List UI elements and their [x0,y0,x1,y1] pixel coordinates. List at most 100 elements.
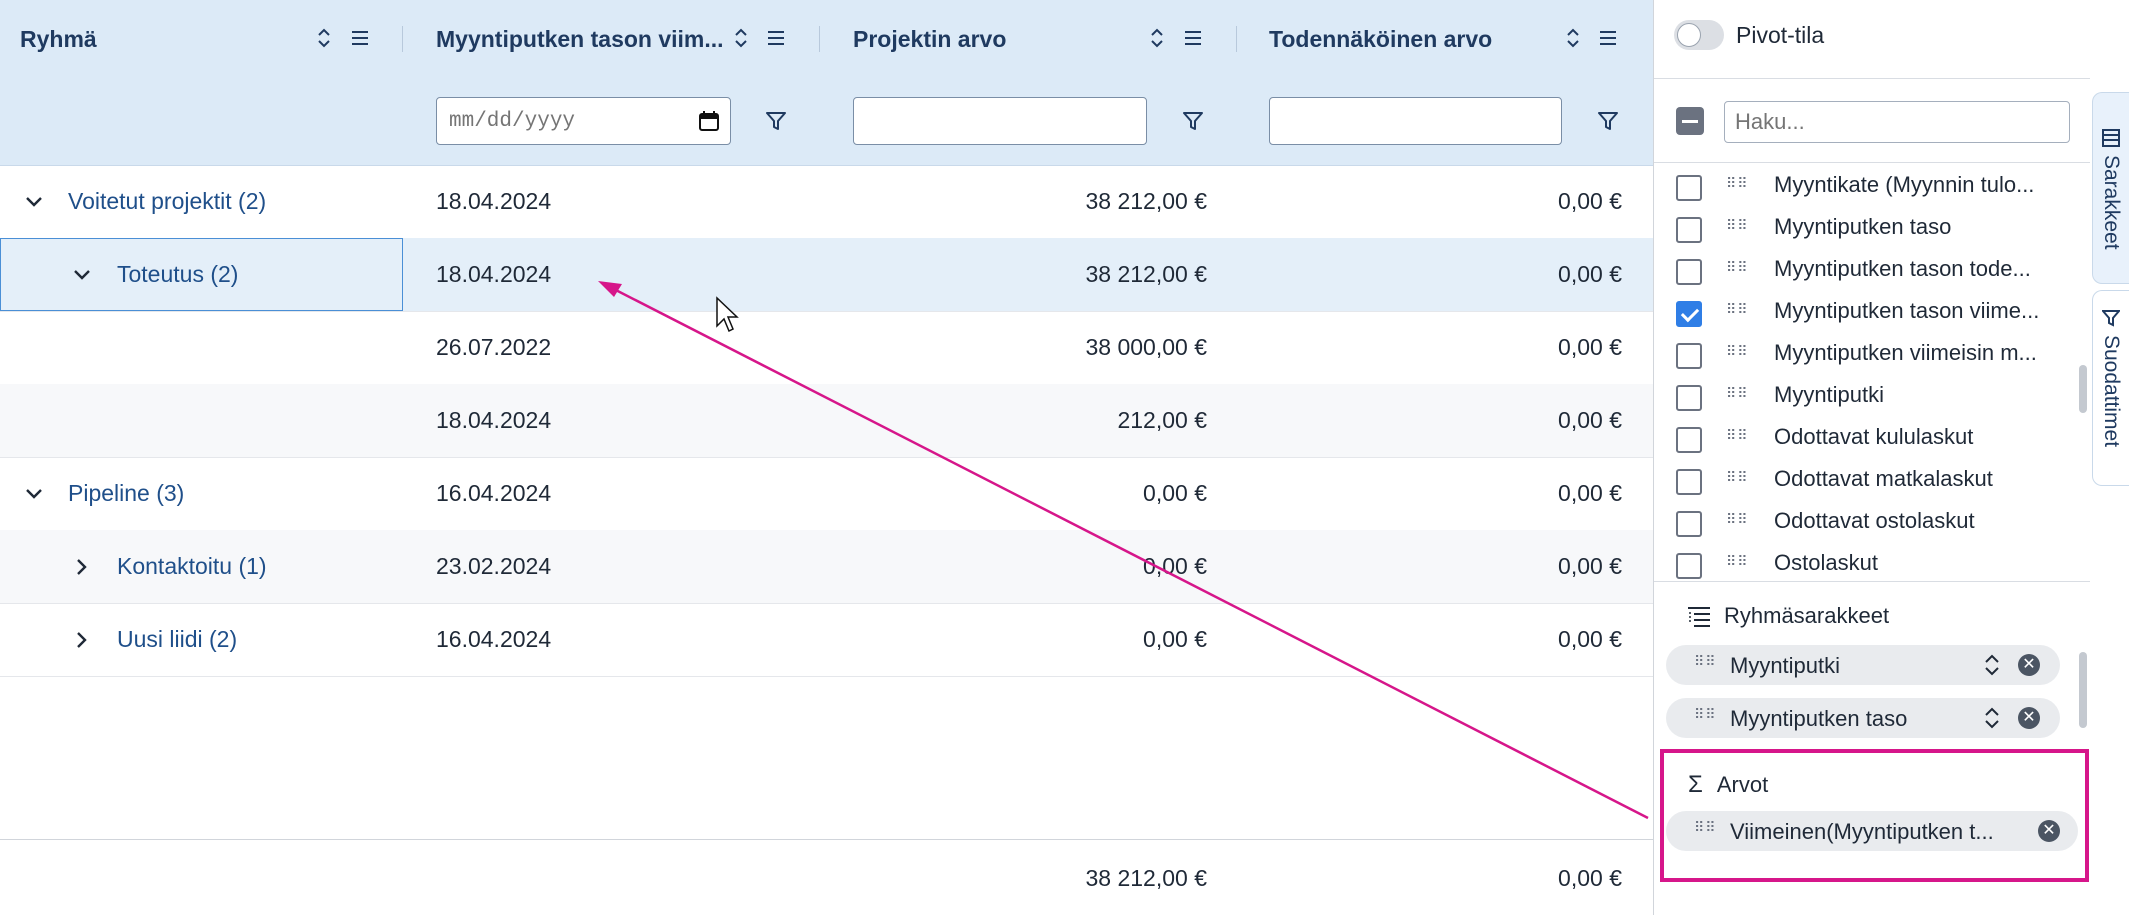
tab-label: Suodattimet [2100,335,2123,448]
list-item[interactable]: ⠿⠿ Myyntiputki [1654,376,2074,418]
column-checkbox[interactable] [1676,553,1702,579]
tab-filters[interactable]: Suodattimet [2092,290,2129,486]
column-checkbox[interactable] [1676,511,1702,537]
chevron-right-icon[interactable] [70,555,94,579]
drag-handle-icon[interactable]: ⠿⠿ [1694,654,1716,673]
chip-label: Myyntiputken taso [1730,706,1908,731]
pivot-label: Pivot-tila [1736,21,1825,48]
filter-icon[interactable] [1180,108,1206,134]
tab-columns[interactable]: Sarakkeet [2092,92,2129,284]
probability-filter-input[interactable] [1269,97,1562,145]
tab-label: Sarakkeet [2100,155,2123,250]
table-row[interactable]: Uusi liidi (2) 16.04.2024 0,00 € 0,00 € [0,603,1653,677]
drag-handle-icon[interactable]: ⠿⠿ [1726,386,1748,405]
sort-icon[interactable] [729,26,753,50]
sort-icon[interactable] [1982,706,2002,730]
column-separator[interactable] [402,26,403,52]
column-menu-icon[interactable] [764,26,788,50]
table-row[interactable]: Voitetut projektit (2) 18.04.2024 38 212… [0,165,1653,239]
sort-icon[interactable] [1145,26,1169,50]
column-checkbox[interactable] [1676,427,1702,453]
chevron-down-icon[interactable] [22,482,46,506]
list-item[interactable]: ⠿⠿ Odottavat ostolaskut [1654,502,2074,544]
column-checkbox[interactable] [1676,343,1702,369]
column-checkbox[interactable] [1676,259,1702,285]
column-checkbox[interactable] [1676,175,1702,201]
column-search[interactable] [1724,101,2070,143]
probability-cell: 0,00 € [1558,334,1622,360]
remove-icon[interactable]: ✕ [2018,707,2040,729]
column-label: Odottavat matkalaskut [1774,466,1993,491]
chevron-down-icon[interactable] [22,190,46,214]
group-label: Kontaktoitu (1) [117,553,267,579]
drag-handle-icon[interactable]: ⠿⠿ [1726,512,1748,531]
sort-icon[interactable] [1561,26,1585,50]
column-header-date[interactable]: Myyntiputken tason viim... [436,0,724,78]
sort-icon[interactable] [312,26,336,50]
probability-cell: 0,00 € [1558,261,1622,287]
table-row[interactable]: Pipeline (3) 16.04.2024 0,00 € 0,00 € [0,457,1653,531]
table-row[interactable]: 18.04.2024 212,00 € 0,00 € [0,384,1653,458]
scrollbar-thumb[interactable] [2079,652,2087,728]
probability-cell: 0,00 € [1558,626,1622,652]
drag-handle-icon[interactable]: ⠿⠿ [1726,302,1748,321]
column-menu-icon[interactable] [348,26,372,50]
value-filter-input[interactable] [853,97,1147,145]
column-checkbox[interactable] [1676,217,1702,243]
column-header-group[interactable]: Ryhmä [20,0,97,78]
column-title: Ryhmä [20,25,97,52]
column-checkbox[interactable] [1676,469,1702,495]
remove-icon[interactable]: ✕ [2018,654,2040,676]
pivot-mode[interactable]: Pivot-tila [1674,20,1824,50]
drag-handle-icon[interactable]: ⠿⠿ [1726,428,1748,447]
value-filter-field[interactable] [854,98,1146,144]
group-chip[interactable]: ⠿⠿ Myyntiputki ✕ [1666,645,2060,685]
list-item[interactable]: ⠿⠿ Myyntiputken taso [1654,208,2074,250]
column-title: Todennäköinen arvo [1269,25,1493,52]
select-all-checkbox[interactable] [1676,107,1704,135]
date-filter-field[interactable] [437,98,730,144]
list-item[interactable]: ⠿⠿ Myyntiputken viimeisin m... [1654,334,2074,376]
column-label: Odottavat kululaskut [1774,424,1974,449]
table-row[interactable]: Kontaktoitu (1) 23.02.2024 0,00 € 0,00 € [0,530,1653,604]
list-item[interactable]: ⠿⠿ Myyntiputken tason tode... [1654,250,2074,292]
list-item[interactable]: ⠿⠿ Odottavat matkalaskut [1654,460,2074,502]
list-item[interactable]: ⠿⠿ Myyntiputken tason viime... [1654,292,2074,334]
group-chip[interactable]: ⠿⠿ Myyntiputken taso ✕ [1666,698,2060,738]
column-label: Myyntiputken tason viime... [1774,298,2040,323]
column-header-value[interactable]: Projektin arvo [853,0,1006,78]
drag-handle-icon[interactable]: ⠿⠿ [1726,344,1748,363]
drag-handle-icon[interactable]: ⠿⠿ [1726,176,1748,195]
column-separator[interactable] [1236,26,1237,52]
chevron-right-icon[interactable] [70,628,94,652]
column-label: Myyntiputken tason tode... [1774,256,2031,281]
calendar-icon[interactable] [698,110,720,132]
pivot-toggle[interactable] [1674,20,1724,50]
drag-handle-icon[interactable]: ⠿⠿ [1694,707,1716,726]
column-menu-icon[interactable] [1181,26,1205,50]
column-label: Myyntiputken taso [1774,214,1952,239]
filter-icon [2102,310,2120,327]
list-item[interactable]: ⠿⠿ Odottavat kululaskut [1654,418,2074,460]
column-header-probability[interactable]: Todennäköinen arvo [1269,0,1492,78]
column-menu-icon[interactable] [1596,26,1620,50]
table-row[interactable]: 26.07.2022 38 000,00 € 0,00 € [0,311,1653,385]
drag-handle-icon[interactable]: ⠿⠿ [1726,554,1748,573]
sort-icon[interactable] [1982,653,2002,677]
drag-handle-icon[interactable]: ⠿⠿ [1726,218,1748,237]
column-list-scrollbar-thumb[interactable] [2079,365,2087,413]
column-checkbox-checked[interactable] [1676,301,1702,327]
probability-filter-field[interactable] [1270,98,1561,144]
drag-handle-icon[interactable]: ⠿⠿ [1726,470,1748,489]
drag-handle-icon[interactable]: ⠿⠿ [1726,260,1748,279]
column-separator[interactable] [819,26,820,52]
column-checkbox[interactable] [1676,385,1702,411]
group-label: Uusi liidi (2) [117,626,238,652]
filter-icon[interactable] [1595,108,1621,134]
list-item[interactable]: ⠿⠿ Ostolaskut [1654,544,2074,580]
date-filter-input[interactable] [436,97,731,145]
column-search-input[interactable] [1725,102,2069,142]
total-value-cell: 38 212,00 € [1085,864,1207,891]
list-item[interactable]: ⠿⠿ Myyntikate (Myynnin tulo... [1654,166,2074,208]
filter-icon[interactable] [763,108,789,134]
